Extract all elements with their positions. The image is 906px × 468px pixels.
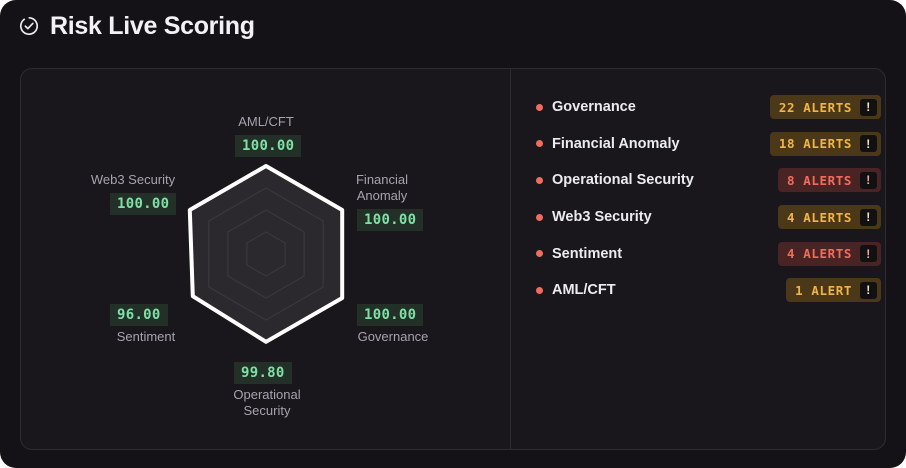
alert-category-label: Sentiment bbox=[552, 245, 623, 262]
alert-count-badge[interactable]: 4 ALERTS ! bbox=[777, 205, 881, 230]
alert-row-aml-cft[interactable]: AML/CFT 1 ALERT ! bbox=[533, 272, 881, 309]
alert-count-badge[interactable]: 1 ALERT ! bbox=[786, 278, 881, 303]
scoring-panel: AML/CFT 100.00 Financial Anomaly 100.00 … bbox=[20, 68, 886, 450]
alert-row-web3-security[interactable]: Web3 Security 4 ALERTS ! bbox=[533, 199, 881, 236]
alert-category-label: AML/CFT bbox=[552, 282, 616, 299]
radar-score-area bbox=[187, 164, 345, 344]
panel-divider bbox=[510, 69, 511, 449]
alert-category-label: Governance bbox=[552, 99, 636, 116]
exclamation-icon: ! bbox=[860, 135, 877, 153]
score-financial-anomaly: 100.00 bbox=[357, 209, 424, 231]
alert-count-badge[interactable]: 4 ALERTS ! bbox=[777, 241, 881, 266]
score-aml-cft: 100.00 bbox=[235, 135, 302, 157]
alert-row-operational-security[interactable]: Operational Security 8 ALERTS ! bbox=[533, 162, 881, 199]
score-governance: 100.00 bbox=[357, 304, 424, 326]
card-header: Risk Live Scoring bbox=[18, 10, 255, 42]
score-sentiment: 96.00 bbox=[110, 304, 168, 326]
alert-category-label: Financial Anomaly bbox=[552, 135, 680, 152]
status-dot bbox=[536, 213, 543, 221]
exclamation-icon: ! bbox=[860, 245, 877, 263]
axis-label-operational-security: Operational Security bbox=[233, 387, 301, 418]
exclamation-icon: ! bbox=[860, 171, 877, 189]
status-dot bbox=[536, 176, 543, 184]
status-dot bbox=[536, 103, 543, 111]
axis-label-governance: Governance bbox=[357, 329, 429, 344]
status-dot bbox=[536, 250, 543, 258]
risk-live-scoring-card: Risk Live Scoring AML/CFT 100.00 Financi… bbox=[0, 0, 906, 468]
exclamation-icon: ! bbox=[860, 281, 877, 299]
status-dot bbox=[536, 286, 543, 294]
alert-row-governance[interactable]: Governance 22 ALERTS ! bbox=[533, 89, 881, 126]
score-web3-security: 100.00 bbox=[110, 193, 177, 215]
check-circle-icon bbox=[18, 15, 40, 37]
alert-category-label: Operational Security bbox=[552, 172, 694, 189]
alert-count-badge[interactable]: 8 ALERTS ! bbox=[777, 168, 881, 193]
exclamation-icon: ! bbox=[860, 208, 877, 226]
alert-row-sentiment[interactable]: Sentiment 4 ALERTS ! bbox=[533, 235, 881, 272]
score-operational-security: 99.80 bbox=[234, 362, 292, 384]
exclamation-icon: ! bbox=[860, 98, 877, 116]
alerts-list: Governance 22 ALERTS ! Financial Anomaly… bbox=[533, 89, 881, 309]
axis-label-sentiment: Sentiment bbox=[116, 329, 176, 344]
status-dot bbox=[536, 140, 543, 148]
axis-label-web3-security: Web3 Security bbox=[90, 172, 176, 187]
page-title: Risk Live Scoring bbox=[50, 11, 255, 40]
axis-label-aml-cft: AML/CFT bbox=[238, 114, 294, 129]
axis-label-financial-anomaly: Financial Anomaly bbox=[355, 172, 409, 203]
alert-count-badge[interactable]: 18 ALERTS ! bbox=[769, 131, 881, 156]
alert-category-label: Web3 Security bbox=[552, 209, 652, 226]
radar-chart: AML/CFT 100.00 Financial Anomaly 100.00 … bbox=[21, 69, 510, 451]
alert-count-badge[interactable]: 22 ALERTS ! bbox=[769, 95, 881, 120]
alert-row-financial-anomaly[interactable]: Financial Anomaly 18 ALERTS ! bbox=[533, 126, 881, 163]
